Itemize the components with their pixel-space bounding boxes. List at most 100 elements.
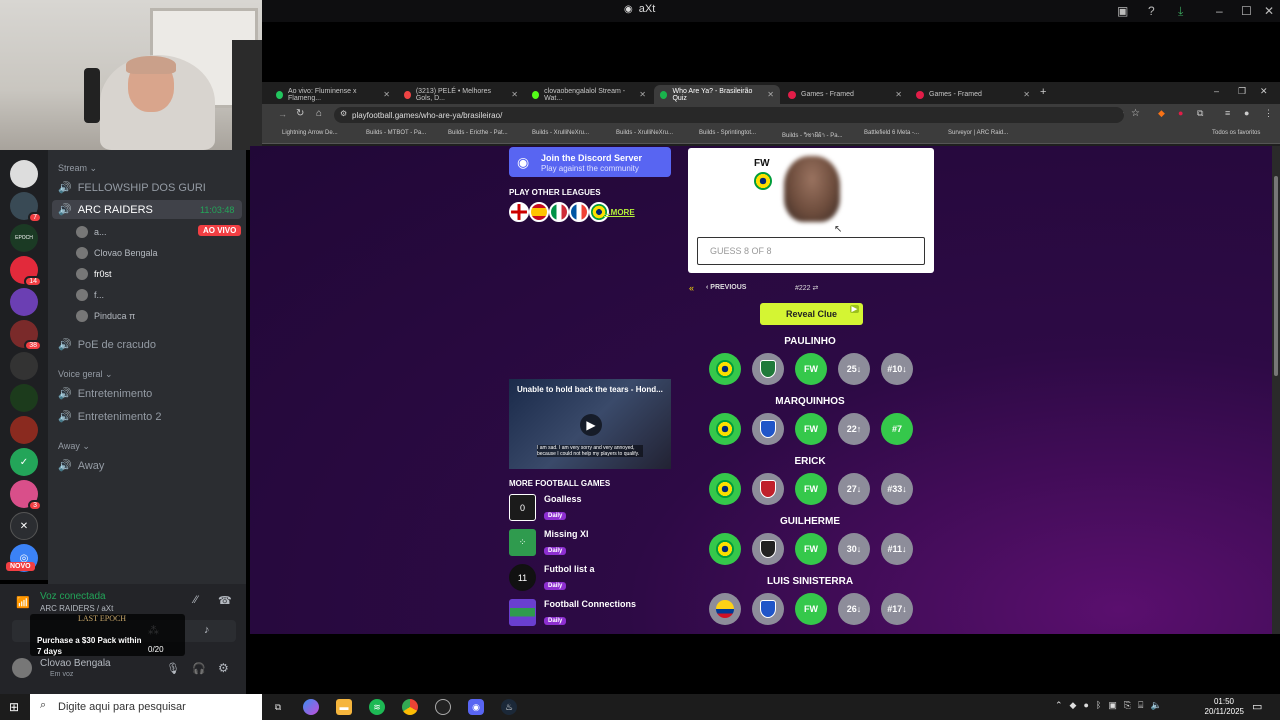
bookmark-item[interactable]: Builds - วิชาผีผ้า - Pa...	[782, 130, 843, 140]
tab-close-icon[interactable]: ✕	[1023, 90, 1030, 99]
server-icon[interactable]	[10, 288, 38, 316]
tab-close-icon[interactable]: ✕	[639, 90, 646, 99]
server-icon[interactable]: 38	[10, 320, 42, 351]
more-leagues-link[interactable]: ...MORE	[604, 208, 635, 217]
server-icon[interactable]	[10, 352, 38, 380]
browser-tab-active[interactable]: Who Are Ya? - Brasileirão Quiz ✕	[654, 85, 780, 104]
channel-entretenimento-2[interactable]: 🔊 Entretenimento 2	[58, 410, 161, 424]
reveal-clue-button[interactable]: Reveal Clue ▶	[760, 303, 863, 325]
spain-flag-icon[interactable]	[529, 202, 549, 222]
category-stream[interactable]: Stream ⌄	[58, 163, 97, 174]
tray-app-icon[interactable]: ◆	[1070, 700, 1077, 711]
noise-suppression-icon[interactable]: ⁄⁄	[194, 594, 198, 606]
england-flag-icon[interactable]	[509, 202, 529, 222]
clock-time[interactable]: 01:50	[1200, 697, 1234, 706]
url-field[interactable]: playfootball.games/who-are-ya/brasileira…	[334, 107, 1124, 123]
previous-button[interactable]: ‹ PREVIOUS	[706, 284, 746, 291]
tab-close-icon[interactable]: ✕	[895, 90, 902, 99]
headphones-icon[interactable]: 🎧	[192, 662, 206, 675]
usb-icon[interactable]: ⎘	[1124, 700, 1131, 711]
guess-input[interactable]: GUESS 8 OF 8	[697, 237, 925, 265]
spotify-icon[interactable]: ≋	[369, 699, 385, 715]
page-scrollbar[interactable]	[1272, 146, 1280, 634]
minimize-icon[interactable]: –	[1216, 4, 1223, 18]
reload-icon[interactable]: ↻	[296, 108, 304, 119]
server-icon[interactable]: ✓	[10, 448, 38, 476]
network-icon[interactable]: ⌸	[1138, 700, 1143, 711]
italy-flag-icon[interactable]	[549, 202, 569, 222]
steam-icon[interactable]: ♨	[501, 699, 517, 715]
discord-join-button[interactable]: ◉ Join the Discord Server Play against t…	[509, 147, 671, 177]
new-tab-icon[interactable]: +	[1040, 86, 1046, 98]
taskbar-search[interactable]: Digite aqui para pesquisar	[30, 694, 262, 720]
windows-start-icon[interactable]: ⊞	[9, 700, 19, 714]
all-favorites-folder[interactable]: Todos os favoritos	[1212, 130, 1260, 136]
category-voice[interactable]: Voice geral ⌄	[58, 369, 113, 380]
media-icon[interactable]: ≡	[1225, 108, 1230, 118]
bookmark-item[interactable]: Builds - MTBOT - Pa...	[366, 130, 426, 136]
discord-taskbar-icon[interactable]: ◉	[468, 699, 484, 715]
window-minimize-icon[interactable]: –	[1214, 86, 1219, 96]
voice-user[interactable]: Pinduca π	[76, 310, 135, 322]
obs-icon[interactable]	[435, 699, 451, 715]
tab-close-icon[interactable]: ✕	[383, 90, 390, 99]
tab-close-icon[interactable]: ✕	[511, 90, 518, 99]
bookmark-star-icon[interactable]: ☆	[1131, 108, 1140, 119]
extensions-puzzle-icon[interactable]: ⧉	[1197, 108, 1203, 119]
browser-tab[interactable]: Games - Framed ✕	[910, 85, 1036, 104]
channel-arc-raiders[interactable]: 🔊 ARC RAIDERS	[58, 203, 153, 217]
back-icon[interactable]: →	[278, 109, 287, 119]
tray-app-icon[interactable]: ▣	[1108, 700, 1117, 711]
game-item-goalless[interactable]: 0 Goalless Daily	[509, 494, 582, 522]
settings-gear-icon[interactable]: ⚙	[218, 661, 229, 675]
channel-fellowship[interactable]: 🔊 FELLOWSHIP DOS GURI	[58, 181, 206, 195]
server-icon[interactable]	[10, 416, 38, 444]
soundboard-icon[interactable]: ♪	[204, 624, 210, 636]
server-icon[interactable]: 3	[10, 480, 42, 511]
server-icon[interactable]: ✕	[10, 512, 38, 540]
avatar[interactable]	[12, 658, 32, 678]
close-icon[interactable]: ✕	[1264, 4, 1274, 18]
tray-app-icon[interactable]: ●	[1083, 700, 1088, 711]
download-icon[interactable]: ⤓	[1178, 4, 1183, 19]
category-away[interactable]: Away ⌄	[58, 441, 90, 452]
menu-kebab-icon[interactable]: ⋮	[1264, 108, 1273, 119]
bookmark-item[interactable]: Builds - XrulliNeXru...	[532, 130, 589, 136]
voice-user[interactable]: Clovao Bengala	[76, 247, 158, 259]
help-icon[interactable]: ?	[1148, 4, 1155, 18]
browser-tab[interactable]: (3213) PELÉ • Melhores Gols, D... ✕	[398, 85, 524, 104]
play-icon[interactable]: ▶	[580, 414, 602, 436]
tray-chevron-icon[interactable]: ⌃	[1055, 700, 1063, 711]
first-page-icon[interactable]: «	[689, 283, 694, 293]
bookmark-item[interactable]: Builds - Ericthe - Pat...	[448, 130, 508, 136]
bluetooth-icon[interactable]: ᛒ	[1096, 700, 1101, 711]
game-item-football-connections[interactable]: Football Connections Daily	[509, 599, 636, 627]
server-icon[interactable]	[10, 384, 38, 412]
screen-icon[interactable]: ▣	[1117, 4, 1128, 18]
voice-user[interactable]: f...	[76, 289, 104, 301]
tab-close-icon[interactable]: ✕	[767, 90, 774, 99]
disconnect-icon[interactable]: ☎	[218, 594, 232, 607]
clock-date[interactable]: 20/11/2025	[1196, 707, 1244, 716]
notifications-icon[interactable]: ▭	[1252, 700, 1262, 713]
channel-away[interactable]: 🔊 Away	[58, 459, 104, 473]
channel-entretenimento[interactable]: 🔊 Entretenimento	[58, 387, 152, 401]
window-close-icon[interactable]: ✕	[1260, 86, 1268, 97]
bookmark-item[interactable]: Builds - XrulliNeXru...	[616, 130, 673, 136]
game-item-futbol-list[interactable]: 11 Futbol list a Daily	[509, 564, 595, 592]
browser-tab[interactable]: clovaobengalalol Stream - Wat... ✕	[526, 85, 652, 104]
volume-icon[interactable]: 🔈	[1150, 700, 1161, 711]
browser-tab[interactable]: Games - Framed ✕	[782, 85, 908, 104]
extension-icon[interactable]: ●	[1178, 108, 1183, 118]
file-explorer-icon[interactable]: ▬	[336, 699, 352, 715]
bookmark-item[interactable]: Battlefield 6 Meta -...	[864, 130, 919, 136]
server-icon[interactable]: EPOCH	[10, 224, 38, 252]
extension-icon[interactable]: ◆	[1158, 108, 1165, 119]
bookmark-item[interactable]: Surveyor | ARC Raid...	[948, 130, 1008, 136]
mic-icon[interactable]: 🎙	[166, 662, 180, 675]
server-icon[interactable]	[10, 160, 38, 188]
profile-icon[interactable]: ●	[1244, 108, 1249, 118]
task-view-icon[interactable]: ⧉	[270, 699, 286, 715]
promo-banner[interactable]: LAST EPOCH Purchase a $30 Pack within 7 …	[30, 614, 185, 656]
shuffle-icon[interactable]: ⇄	[813, 285, 819, 292]
